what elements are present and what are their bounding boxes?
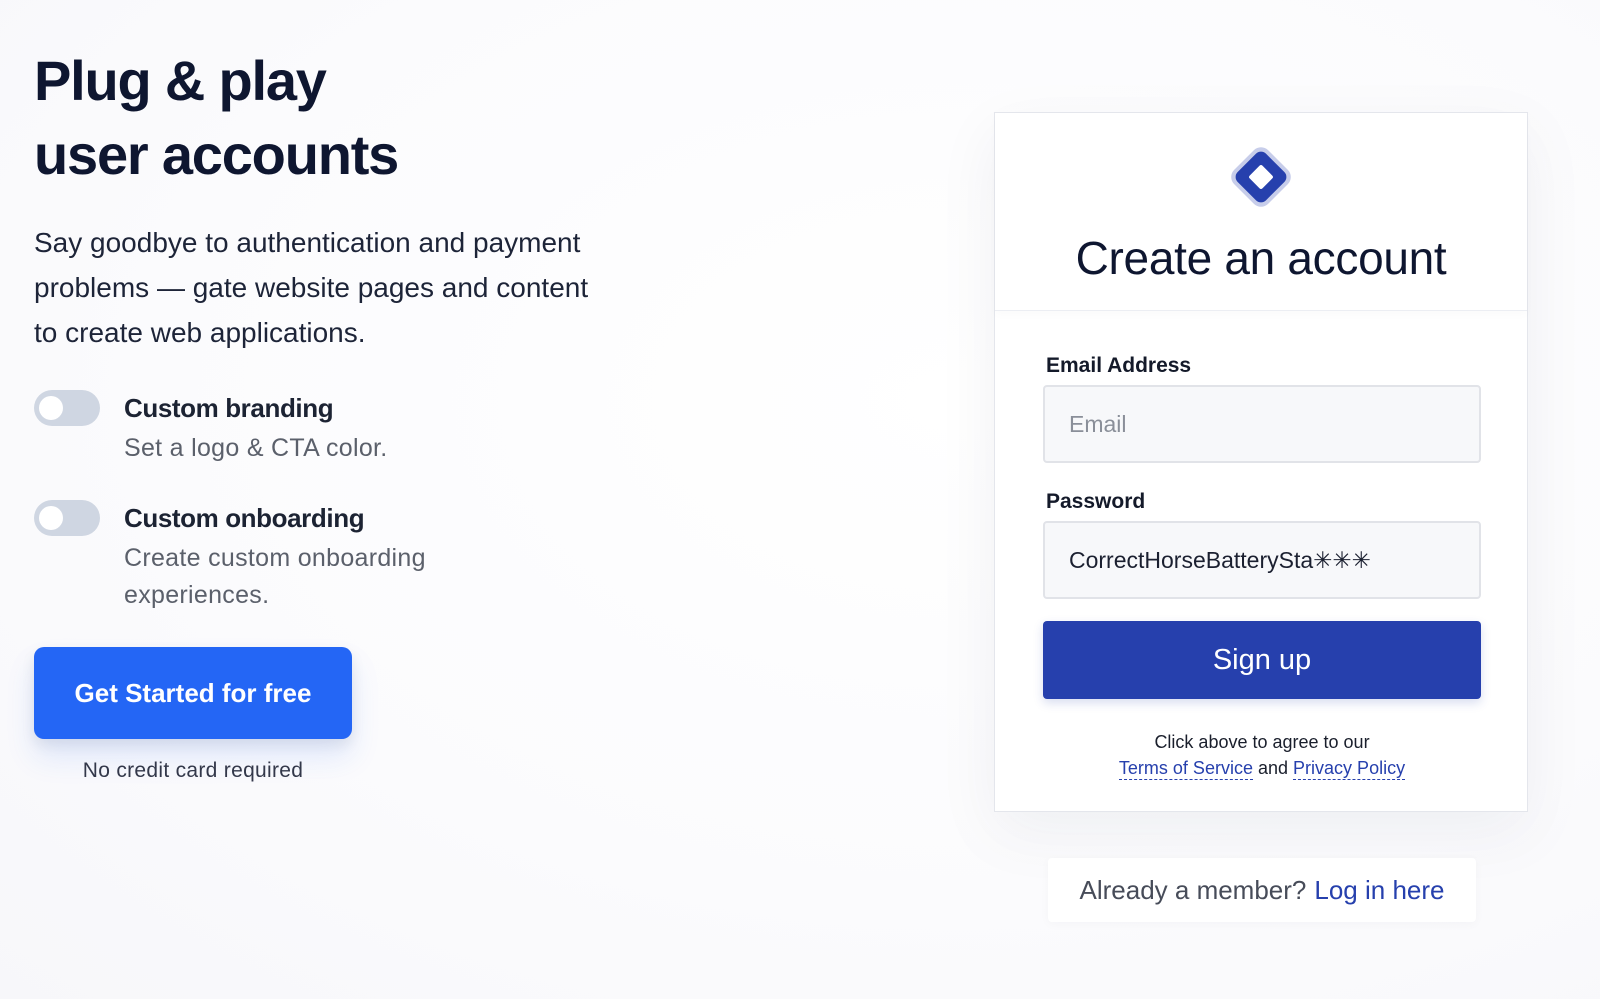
- card-header: Create an account: [995, 113, 1527, 311]
- privacy-policy-link[interactable]: Privacy Policy: [1293, 758, 1406, 780]
- log-in-link[interactable]: Log in here: [1314, 875, 1444, 906]
- signup-form: Email Address Password Sign up Click abo…: [1043, 353, 1481, 781]
- signup-card: Create an account Email Address Password…: [994, 112, 1528, 812]
- feature-custom-onboarding: Custom onboarding Create custom onboardi…: [34, 500, 674, 614]
- feature-title: Custom branding: [124, 393, 334, 423]
- toggle-knob: [39, 506, 63, 530]
- card-title: Create an account: [1075, 232, 1447, 284]
- already-member-box: Already a member? Log in here: [1048, 858, 1476, 922]
- get-started-button[interactable]: Get Started for free: [34, 647, 352, 739]
- no-credit-card-note: No credit card required: [82, 759, 304, 782]
- member-prompt: Already a member?: [1079, 874, 1307, 905]
- hero-section: Plug & play user accounts Say goodbye to…: [34, 44, 674, 783]
- toggle-knob: [39, 396, 63, 420]
- feature-custom-branding: Custom branding Set a logo & CTA color.: [34, 390, 674, 467]
- custom-branding-toggle[interactable]: [34, 390, 100, 426]
- headline-line-2: user accounts: [34, 123, 399, 186]
- password-field[interactable]: [1043, 521, 1481, 599]
- feature-text: Custom onboarding Create custom onboardi…: [124, 500, 454, 614]
- feature-text: Custom branding Set a logo & CTA color.: [124, 390, 454, 467]
- hero-subtext: Say goodbye to authentication and paymen…: [34, 227, 589, 348]
- sign-up-button[interactable]: Sign up: [1043, 621, 1481, 699]
- legal-and: and: [1257, 758, 1289, 778]
- email-field[interactable]: [1043, 385, 1481, 463]
- legal-prefix: Click above to agree to our: [1154, 732, 1370, 752]
- legal-notice: Click above to agree to our Terms of Ser…: [1043, 729, 1481, 781]
- feature-description: Create custom onboarding experiences.: [124, 544, 426, 609]
- custom-onboarding-toggle[interactable]: [34, 500, 100, 536]
- headline-line-1: Plug & play: [34, 49, 327, 112]
- email-label: Email Address: [1046, 354, 1192, 377]
- diamond-logo-icon: [1231, 147, 1291, 207]
- password-label: Password: [1046, 490, 1146, 513]
- terms-of-service-link[interactable]: Terms of Service: [1118, 758, 1253, 780]
- legal-links: Terms of Service and Privacy Policy: [1043, 755, 1481, 781]
- feature-description: Set a logo & CTA color.: [124, 434, 388, 462]
- feature-title: Custom onboarding: [124, 503, 365, 533]
- feature-list: Custom branding Set a logo & CTA color. …: [34, 390, 674, 614]
- hero-headline: Plug & play user accounts: [34, 44, 674, 192]
